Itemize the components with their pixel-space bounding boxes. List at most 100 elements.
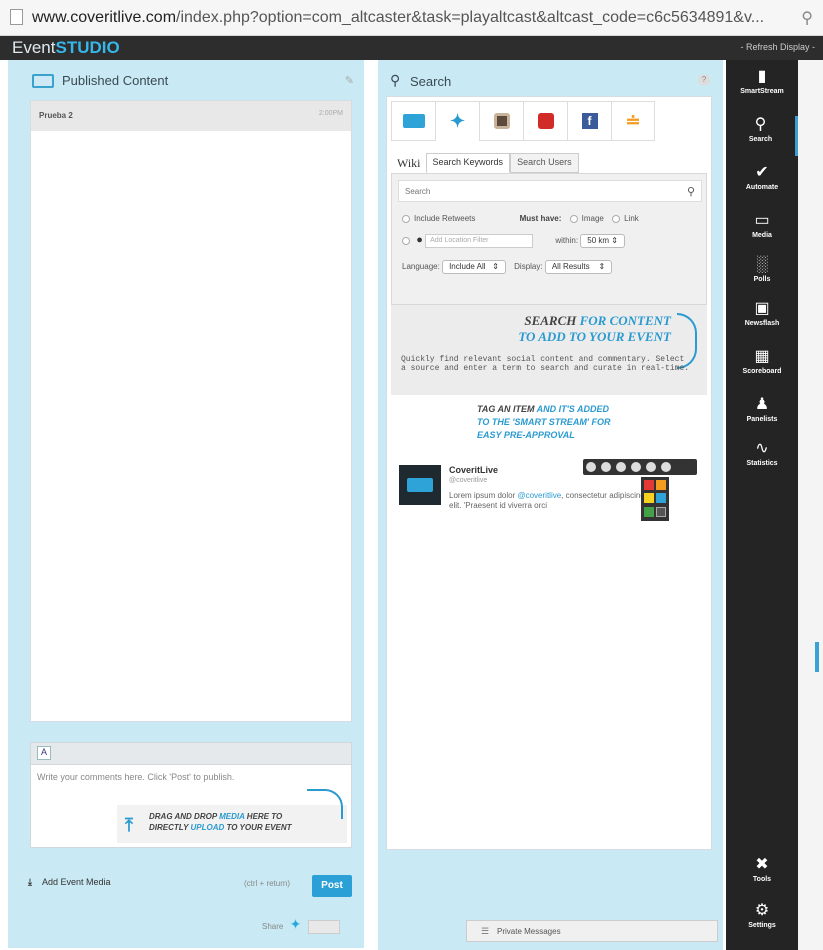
location-input[interactable]: Add Location Filter — [425, 234, 534, 248]
main-nav-sidebar: ▮ SmartStream ⚲ Search ✔ Automate ▭ Media ░ P… — [726, 60, 798, 950]
color-swatch-blue[interactable] — [656, 493, 666, 504]
format-text-button[interactable]: A — [37, 746, 51, 760]
wiki-label[interactable]: Wiki — [395, 153, 426, 173]
display-select[interactable]: All Results ⇕ — [544, 260, 613, 274]
pencil-icon[interactable]: ✎ — [345, 74, 354, 87]
nav-item-scoreboard[interactable]: ▦ Scoreboard — [726, 348, 798, 388]
smartstream-icon: ▮ — [757, 68, 767, 85]
comment-composer[interactable]: A Write your comments here. Click 'Post'… — [30, 742, 352, 848]
item-action-toolbar — [583, 459, 697, 475]
post-body: Lorem ipsum dolor @coveritlive, consecte… — [449, 491, 645, 510]
location-checkbox[interactable] — [402, 237, 410, 245]
tab-twitter[interactable]: ✦ — [435, 101, 479, 141]
tab-search-keywords[interactable]: Search Keywords — [425, 153, 511, 173]
block-icon[interactable] — [616, 462, 626, 472]
link-checkbox[interactable] — [612, 214, 621, 223]
within-select[interactable]: 50 km ⇕ — [580, 234, 626, 248]
tab-youtube[interactable] — [523, 101, 567, 141]
color-swatch-orange[interactable] — [656, 480, 666, 490]
tab-search-users[interactable]: Search Users — [510, 153, 579, 173]
approve-icon[interactable] — [586, 462, 596, 472]
more-icon[interactable] — [661, 462, 671, 472]
search-input[interactable] — [399, 181, 679, 201]
scrollbar[interactable] — [815, 642, 819, 672]
youtube-icon — [537, 113, 554, 129]
add-event-media-button[interactable]: ⤓ Add Event Media — [28, 877, 111, 888]
search-field[interactable]: ⚲ — [398, 180, 702, 202]
tab-facebook[interactable]: f — [567, 101, 611, 141]
search-icon: ⚲ — [390, 72, 401, 88]
published-header: Published Content ✎ — [28, 72, 360, 94]
tab-coveritlive[interactable] — [391, 101, 435, 141]
tab-instagram[interactable] — [479, 101, 523, 141]
color-swatch-green[interactable] — [644, 506, 654, 517]
avatar — [399, 465, 441, 505]
curved-arrow-icon — [307, 789, 343, 819]
polls-icon: ░ — [756, 256, 768, 273]
post-author: CoveritLive — [449, 465, 499, 475]
include-retweets-checkbox[interactable] — [402, 214, 410, 223]
url-text[interactable]: www.coveritlive.com/index.php?option=com… — [32, 9, 792, 27]
panelists-icon: ♟ — [754, 396, 770, 413]
private-messages-bar[interactable]: ☰ Private Messages — [466, 920, 718, 942]
image-checkbox[interactable] — [569, 214, 578, 223]
rss-icon: ≐ — [625, 110, 641, 131]
published-title: Published Content — [62, 73, 169, 88]
comment-input[interactable]: Write your comments here. Click 'Post' t… — [37, 772, 234, 782]
nav-item-search[interactable]: ⚲ Search — [726, 116, 798, 156]
nav-item-tools[interactable]: ✖ Tools — [726, 856, 798, 896]
scoreboard-icon: ▦ — [754, 348, 770, 365]
help-icon[interactable]: ? — [698, 74, 710, 86]
color-swatch-red[interactable] — [644, 480, 654, 490]
drop-media-hint: ⤒ Drag and Drop Media here to directly u… — [117, 789, 347, 843]
tools-icon: ✖ — [755, 856, 769, 873]
search-panel: ✦ f ≐ Wiki Search Keywords Search Users … — [386, 96, 712, 850]
nav-item-newsflash[interactable]: ▣ Newsflash — [726, 300, 798, 340]
browser-url-bar[interactable]: www.coveritlive.com/index.php?option=com… — [0, 0, 823, 36]
search-icon: ⚲ — [754, 116, 767, 133]
nav-item-automate[interactable]: ✔ Automate — [726, 164, 798, 204]
settings-icon: ⚙ — [754, 902, 770, 919]
search-icon[interactable]: ⚲ — [687, 185, 695, 198]
facebook-icon: f — [581, 113, 598, 129]
upload-icon: ⤓ — [28, 877, 32, 887]
language-select[interactable]: Include All ⇕ — [442, 260, 506, 274]
upload-arrow-icon: ⤒ — [125, 815, 133, 835]
edit-icon[interactable] — [631, 462, 641, 472]
nav-item-settings[interactable]: ⚙ Settings — [726, 902, 798, 942]
language-row: Language: Include All ⇕ Display: All Res… — [402, 260, 613, 274]
search-icon[interactable]: ⚲ — [801, 8, 813, 28]
instagram-icon — [493, 113, 510, 129]
tag-hint: Tag an item and it's added to the 'Smart… — [477, 404, 611, 440]
search-mode-tabs: Wiki Search Keywords Search Users — [395, 153, 579, 173]
nav-item-statistics[interactable]: ∿ Statistics — [726, 440, 798, 480]
reject-icon[interactable] — [601, 462, 611, 472]
published-list: Prueba 2 2:00PM — [30, 100, 352, 722]
coveritlive-icon — [32, 74, 54, 88]
clear-tag-icon[interactable] — [656, 506, 666, 517]
post-button[interactable]: Post — [312, 875, 352, 897]
list-item[interactable]: Prueba 2 2:00PM — [31, 101, 351, 131]
automate-icon: ✔ — [755, 164, 769, 181]
post-shortcut-hint: (ctrl + return) — [244, 879, 291, 888]
search-title: Search — [410, 74, 452, 89]
twitter-share-icon[interactable]: ✦ — [290, 916, 302, 932]
tab-rss[interactable]: ≐ — [611, 101, 655, 141]
color-swatch-yellow[interactable] — [644, 493, 654, 504]
app-header: EventSTUDIO - Refresh Display - — [0, 36, 823, 60]
coveritlive-icon — [402, 114, 425, 128]
source-tabs: ✦ f ≐ — [391, 101, 655, 141]
nav-item-polls[interactable]: ░ Polls — [726, 256, 798, 296]
tag-icon[interactable] — [646, 462, 656, 472]
statistics-icon: ∿ — [755, 440, 769, 457]
nav-item-smartstream[interactable]: ▮ SmartStream — [726, 68, 798, 108]
location-pin-icon: ● — [416, 234, 423, 247]
window-edge — [798, 60, 823, 950]
refresh-display-button[interactable]: - Refresh Display - — [740, 42, 815, 52]
post-handle: @coveritlive — [449, 477, 488, 484]
item-time: 2:00PM — [318, 110, 343, 117]
twitter-share-toggle[interactable] — [307, 919, 340, 934]
nav-item-panelists[interactable]: ♟ Panelists — [726, 396, 798, 436]
media-icon: ▭ — [754, 212, 770, 229]
nav-item-media[interactable]: ▭ Media — [726, 212, 798, 252]
